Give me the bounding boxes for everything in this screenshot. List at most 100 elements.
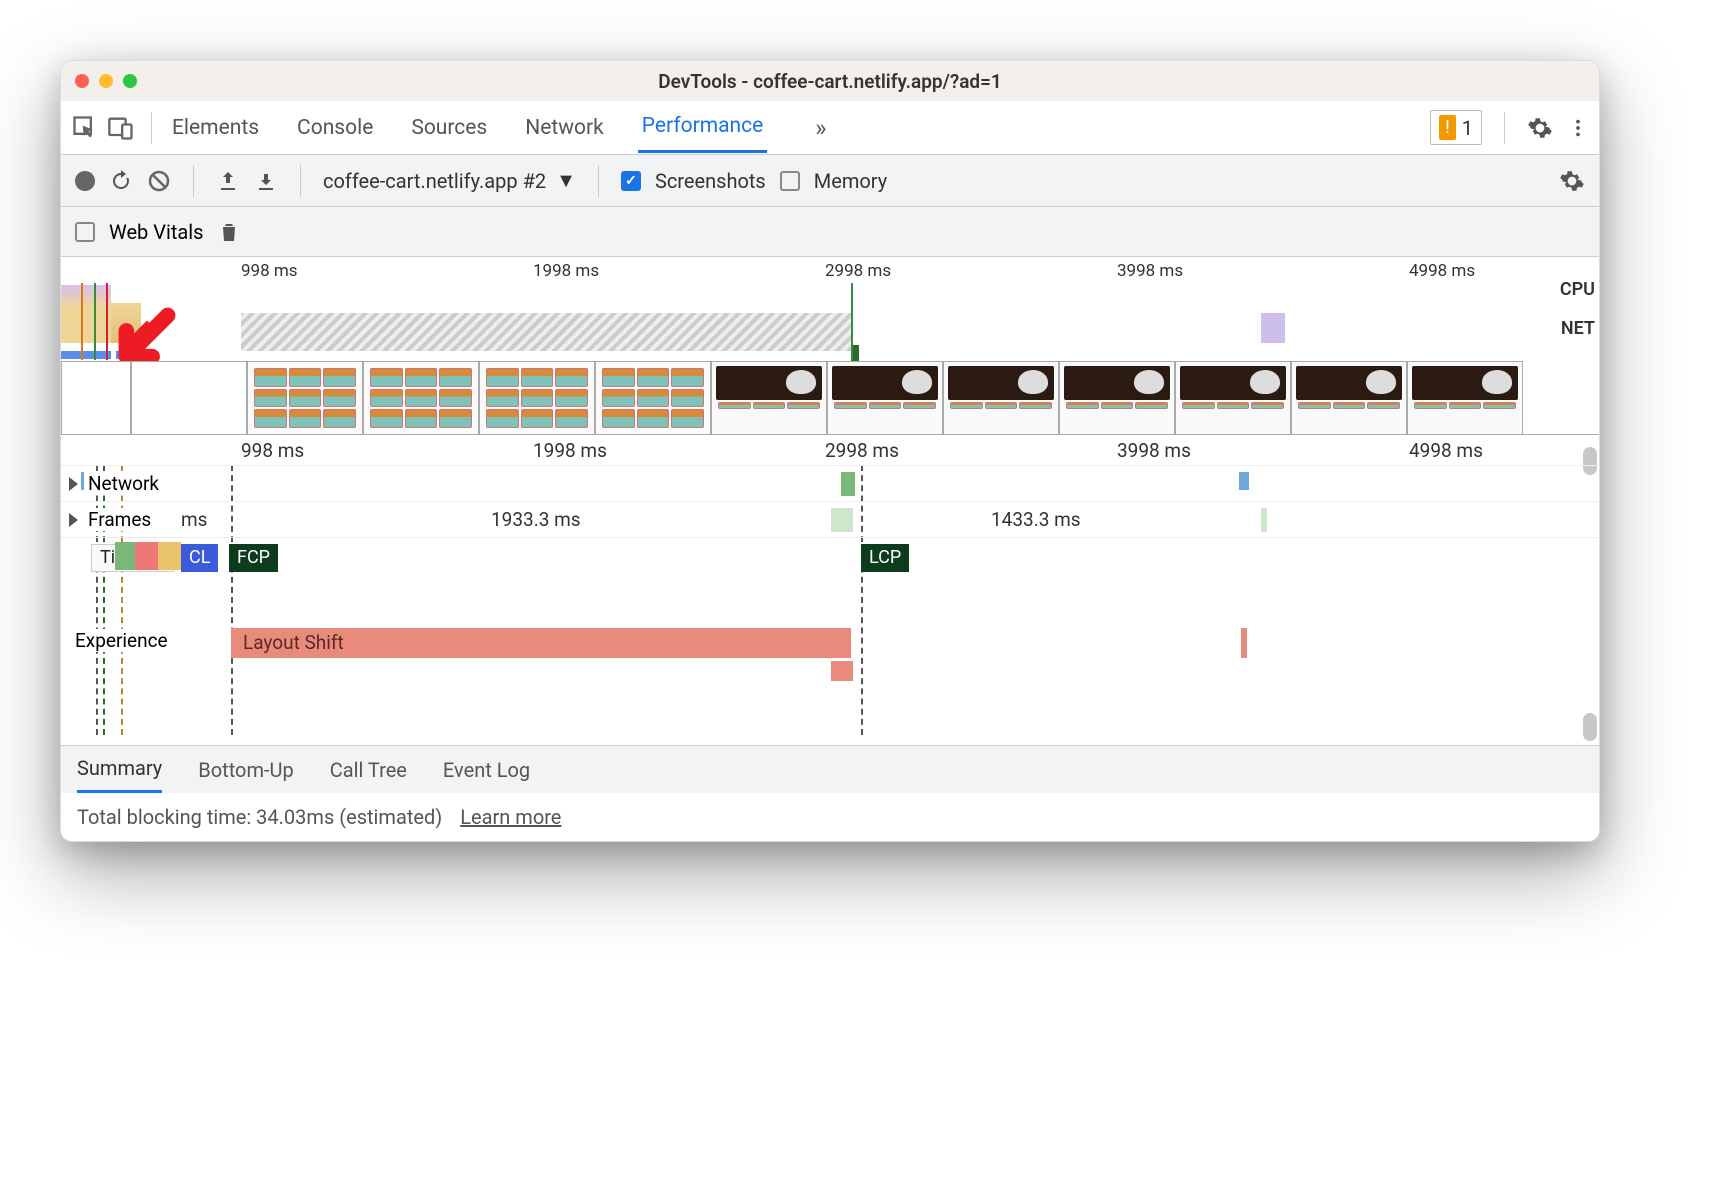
right-controls: ! 1 — [1430, 110, 1589, 145]
tab-console[interactable]: Console — [293, 104, 377, 152]
flamechart[interactable]: 998 ms 1998 ms 2998 ms 3998 ms 4998 ms N… — [61, 435, 1599, 745]
record-button[interactable] — [75, 171, 95, 191]
expand-icon[interactable] — [69, 513, 78, 527]
frame-duration: 1433.3 ms — [991, 508, 1081, 531]
main-tabs: Elements Console Sources Network Perform… — [61, 101, 1599, 155]
layout-shift-block[interactable] — [831, 661, 853, 681]
download-icon[interactable] — [254, 169, 278, 193]
lcp-marker[interactable]: LCP — [861, 544, 909, 572]
screenshot-thumb[interactable] — [943, 361, 1059, 435]
network-block[interactable] — [841, 472, 855, 496]
titlebar: DevTools - coffee-cart.netlify.app/?ad=1 — [61, 61, 1599, 101]
spacer-row — [61, 577, 1599, 625]
device-toggle-icon[interactable] — [107, 114, 135, 142]
tab-elements[interactable]: Elements — [168, 104, 263, 152]
fcp-marker[interactable]: FCP — [229, 544, 278, 572]
marker-line — [851, 283, 853, 360]
close-window[interactable] — [75, 74, 89, 88]
separator — [598, 165, 599, 197]
network-block[interactable] — [1239, 472, 1249, 490]
separator — [151, 112, 152, 144]
screenshot-thumb[interactable] — [595, 361, 711, 435]
cls-marker[interactable]: CL — [181, 544, 218, 572]
layout-shift-block[interactable] — [1241, 628, 1247, 658]
reload-icon[interactable] — [109, 169, 133, 193]
issues-count: 1 — [1462, 116, 1473, 140]
summary-footer: Total blocking time: 34.03ms (estimated)… — [61, 793, 1599, 841]
hatched-region — [241, 313, 851, 351]
tab-summary[interactable]: Summary — [77, 746, 162, 793]
timings-track[interactable]: Timings CL FCP LCP — [61, 537, 1599, 577]
clear-icon[interactable] — [147, 169, 171, 193]
screenshot-thumb[interactable] — [61, 361, 131, 435]
filmstrip[interactable] — [61, 361, 1543, 435]
detail-ruler: 998 ms 1998 ms 2998 ms 3998 ms 4998 ms — [61, 435, 1599, 465]
zoom-window[interactable] — [123, 74, 137, 88]
minimize-window[interactable] — [99, 74, 113, 88]
screenshots-checkbox[interactable]: ✓ — [621, 171, 641, 191]
inspect-icon[interactable] — [71, 114, 99, 142]
ruler-tick: 2998 ms — [825, 439, 899, 462]
frame-block[interactable] — [831, 508, 853, 532]
experience-track-label: Experience — [71, 629, 172, 652]
settings-icon[interactable] — [1527, 115, 1553, 141]
screenshot-thumb[interactable] — [827, 361, 943, 435]
tab-call-tree[interactable]: Call Tree — [330, 748, 407, 792]
ruler-tick: 998 ms — [241, 439, 304, 462]
recording-label: coffee-cart.netlify.app #2 — [323, 169, 546, 193]
ruler-tick: 2998 ms — [825, 261, 891, 281]
cpu-label: CPU — [1560, 279, 1595, 300]
web-vitals-checkbox[interactable] — [75, 222, 95, 242]
network-track[interactable]: Network — [61, 465, 1599, 501]
screenshot-thumb[interactable] — [1291, 361, 1407, 435]
overview-side-labels: CPU NET — [1560, 279, 1595, 357]
net-label: NET — [1560, 318, 1595, 339]
devtools-window: DevTools - coffee-cart.netlify.app/?ad=1… — [60, 60, 1600, 842]
expand-icon[interactable] — [69, 477, 78, 491]
screenshot-thumb[interactable] — [479, 361, 595, 435]
separator — [1504, 112, 1505, 144]
screenshot-thumb[interactable] — [1407, 361, 1523, 435]
tabs-overflow[interactable]: » — [815, 114, 826, 142]
screenshot-thumb[interactable] — [711, 361, 827, 435]
recording-selector[interactable]: coffee-cart.netlify.app #2 ▼ — [323, 168, 576, 193]
ruler-tick: 998 ms — [241, 261, 298, 281]
tab-bottom-up[interactable]: Bottom-Up — [198, 748, 293, 792]
web-vitals-label: Web Vitals — [109, 220, 203, 244]
issues-icon: ! — [1439, 115, 1456, 140]
layout-shift-label: Layout Shift — [243, 631, 344, 654]
frame-duration: ms — [181, 508, 207, 531]
upload-icon[interactable] — [216, 169, 240, 193]
frames-track-label: Frames — [84, 508, 155, 531]
capture-settings-icon[interactable] — [1559, 168, 1585, 194]
cpu-overview — [61, 283, 1543, 343]
screenshot-thumb[interactable] — [1175, 361, 1291, 435]
timing-block[interactable] — [115, 542, 181, 570]
experience-track[interactable]: Experience Layout Shift — [61, 625, 1599, 661]
details-tabs: Summary Bottom-Up Call Tree Event Log — [61, 745, 1599, 793]
screenshot-thumb[interactable] — [1059, 361, 1175, 435]
window-controls — [75, 74, 137, 88]
issues-button[interactable]: ! 1 — [1430, 110, 1482, 145]
tab-event-log[interactable]: Event Log — [443, 748, 530, 792]
tab-performance[interactable]: Performance — [638, 102, 767, 153]
trash-icon[interactable] — [217, 220, 241, 244]
ruler-tick: 3998 ms — [1117, 439, 1191, 462]
screenshot-thumb[interactable] — [131, 361, 247, 435]
experience-track-2[interactable] — [61, 661, 1599, 697]
screenshots-label: Screenshots — [655, 169, 766, 193]
scrollbar-thumb[interactable] — [1583, 713, 1597, 741]
screenshot-thumb[interactable] — [363, 361, 479, 435]
frame-block[interactable] — [1261, 508, 1267, 532]
frames-track[interactable]: Frames ms 1933.3 ms 1433.3 ms — [61, 501, 1599, 537]
learn-more-link[interactable]: Learn more — [460, 805, 561, 829]
overview-panel[interactable]: 998 ms 1998 ms 2998 ms 3998 ms 4998 ms C… — [61, 257, 1599, 435]
separator — [193, 165, 194, 197]
tab-network[interactable]: Network — [521, 104, 608, 152]
more-menu-icon[interactable] — [1567, 117, 1589, 139]
tab-sources[interactable]: Sources — [407, 104, 491, 152]
separator — [300, 165, 301, 197]
memory-checkbox[interactable] — [780, 171, 800, 191]
screenshot-thumb[interactable] — [247, 361, 363, 435]
performance-toolbar: coffee-cart.netlify.app #2 ▼ ✓ Screensho… — [61, 155, 1599, 207]
